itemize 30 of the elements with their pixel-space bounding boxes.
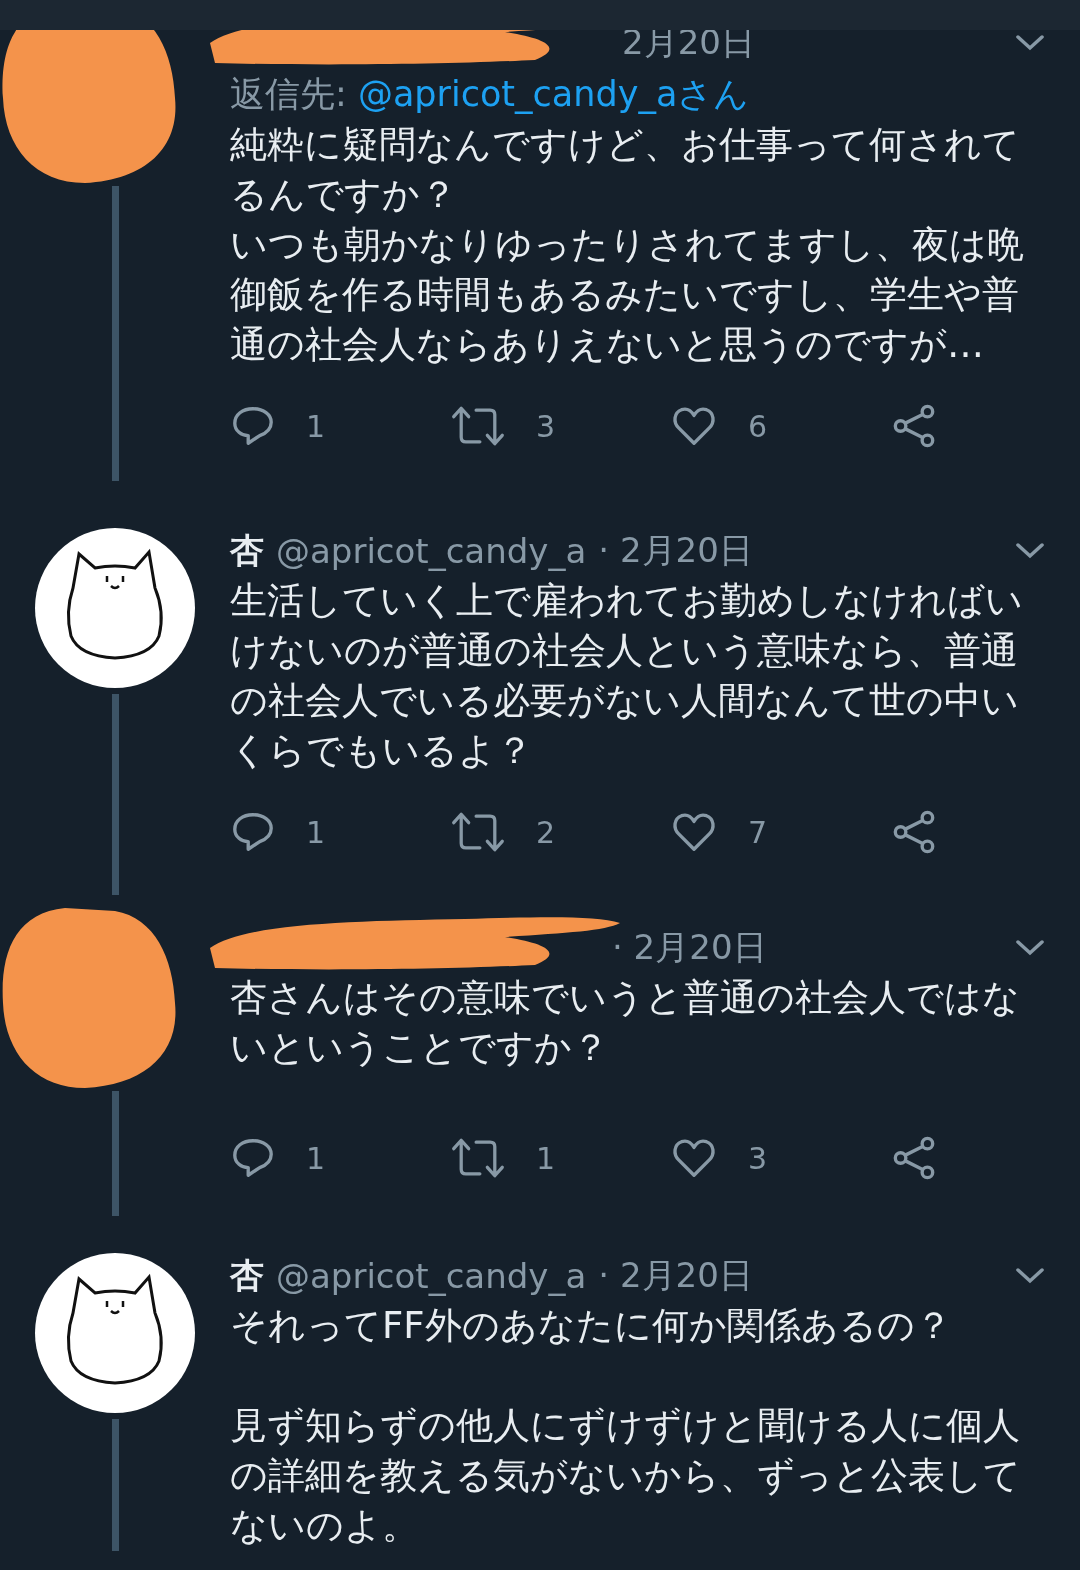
chevron-down-icon[interactable] (1015, 541, 1045, 561)
reply-count: 1 (306, 1140, 326, 1176)
reply-count: 1 (306, 408, 326, 444)
retweet-count: 2 (536, 814, 556, 850)
tweet-date: · 2月20日 (598, 1254, 753, 1297)
display-name: 杏 (230, 1254, 264, 1297)
chevron-down-icon[interactable] (1015, 33, 1045, 53)
like-count: 3 (748, 1140, 768, 1176)
tweet-text: 純粋に疑問なんですけど、お仕事って何されてるんですか？ (230, 122, 1021, 218)
display-name: 杏 (230, 529, 264, 572)
retweet-count: 3 (536, 408, 556, 444)
reply-to-text: 返信先: @apricot_candy_aさん (230, 73, 751, 116)
tweet-date: · 2月20日 (598, 529, 753, 572)
user-handle[interactable]: @apricot_candy_a (276, 1256, 587, 1296)
avatar[interactable] (35, 528, 195, 688)
tweet-text: 杏さんはその意味でいうと普通の社会人ではないということですか？ (230, 975, 1021, 1071)
user-handle[interactable]: @apricot_candy_a (276, 531, 587, 571)
avatar[interactable] (35, 1253, 195, 1413)
reply-count: 1 (306, 814, 326, 850)
tweet-text: 生活していく上で雇われてお勤めしなければいけないのが普通の社会人という意味なら、普通の社会人でいる必要がない人間なんて世の中いくらでもいるよ？ (230, 578, 1024, 774)
mention-link[interactable]: @apricot_candy_aさん (357, 74, 750, 114)
tweet-text: それってFF外のあなたに何か関係あるの？ (230, 1303, 953, 1349)
like-count: 7 (748, 814, 768, 850)
tweet-date: · 2月20日 (612, 926, 767, 969)
chevron-down-icon[interactable] (1015, 938, 1045, 958)
tweet-text: いつも朝かなりゆったりされてますし、夜は晩御飯を作る時間もあるみたいですし、学生や普通の社会人ならありえないと思うのですが… (230, 222, 1025, 368)
like-count: 6 (748, 408, 768, 444)
retweet-count: 1 (536, 1140, 556, 1176)
tweet-text: 見ず知らずの他人にずけずけと聞ける人に個人の詳細を教える気がないから、ずっと公表してないのよ。 (230, 1403, 1022, 1549)
chevron-down-icon[interactable] (1015, 1266, 1045, 1286)
